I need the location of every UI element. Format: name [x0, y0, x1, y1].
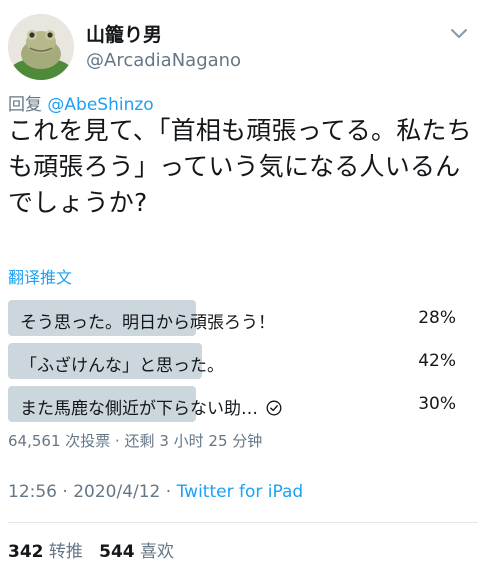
tweet-timestamp: 12:56 · 2020/4/12 · Twitter for iPad: [8, 482, 303, 502]
check-circle-icon: [266, 400, 282, 415]
poll-option-percent: 30%: [418, 394, 456, 414]
retweets-count[interactable]: 342: [8, 542, 44, 562]
avatar-image: [8, 14, 74, 80]
reply-prefix: 回复: [8, 95, 42, 115]
tweet-header: 山籠り男 @ArcadiaNagano: [8, 8, 470, 80]
chevron-down-icon[interactable]: [450, 28, 468, 40]
timestamp-text: 12:56 · 2020/4/12 ·: [8, 482, 177, 502]
poll-option-3: また馬鹿な側近が下らない助… 30%: [8, 386, 470, 422]
reply-context: 回复 @AbeShinzo: [8, 90, 154, 115]
poll-option-percent: 28%: [418, 308, 456, 328]
source-link[interactable]: Twitter for iPad: [177, 482, 304, 502]
user-handle[interactable]: @ArcadiaNagano: [86, 50, 241, 71]
poll-option-text: また馬鹿な側近が下らない助…: [20, 399, 258, 419]
poll-option-2: 「ふざけんな」と思った。 42%: [8, 343, 470, 379]
poll-option-label: また馬鹿な側近が下らない助…: [20, 394, 282, 419]
translate-tweet-link[interactable]: 翻译推文: [8, 264, 72, 288]
tweet-stats: 342 转推 544 喜欢: [8, 537, 174, 562]
tweet-text: これを見て、「首相も頑張ってる。私たちも頑張ろう」っていう気になる人いるんでしょ…: [8, 116, 472, 217]
reply-mention-link[interactable]: @AbeShinzo: [47, 95, 153, 115]
poll-option-label: 「ふざけんな」と思った。: [20, 356, 224, 376]
poll-option-label: そう思った。明日から頑張ろう！: [20, 313, 275, 333]
poll-option-1: そう思った。明日から頑張ろう！ 28%: [8, 300, 470, 336]
likes-label[interactable]: 喜欢: [140, 542, 174, 562]
avatar[interactable]: [8, 14, 74, 80]
retweets-label[interactable]: 转推: [49, 542, 83, 562]
divider: [8, 522, 478, 523]
poll-meta: 64,561 次投票 · 还剩 3 小时 25 分钟: [8, 432, 263, 450]
display-name[interactable]: 山籠り男: [86, 20, 162, 47]
likes-count[interactable]: 544: [99, 542, 135, 562]
poll-option-percent: 42%: [418, 351, 456, 371]
